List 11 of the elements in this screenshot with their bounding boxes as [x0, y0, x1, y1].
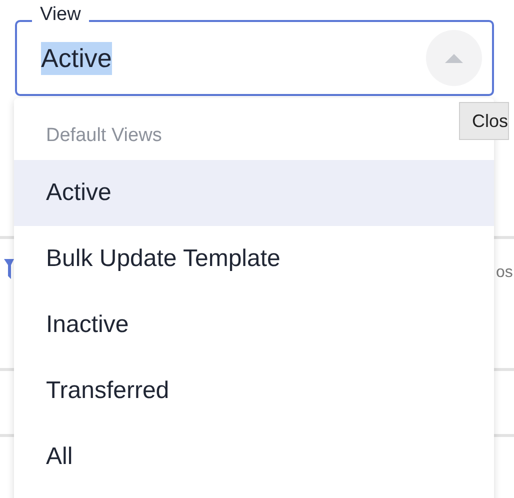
tooltip: Clos [459, 102, 510, 140]
selected-value: Active [41, 42, 112, 74]
column-header: os [496, 263, 513, 283]
caret-icon [445, 54, 463, 62]
view-select[interactable]: Active [15, 20, 494, 96]
menu-item[interactable]: Transferred [14, 358, 494, 424]
menu-item[interactable]: Inactive [14, 292, 494, 358]
menu-item[interactable]: All [14, 424, 494, 490]
menu-item[interactable]: Active [14, 160, 494, 226]
menu-item[interactable]: Bulk Update Template [14, 226, 494, 292]
group-header: Default Views [46, 124, 162, 148]
